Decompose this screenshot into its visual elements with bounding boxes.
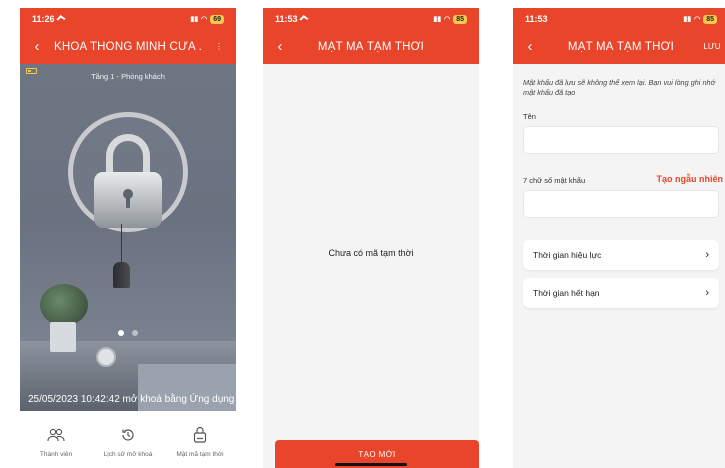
- lamp-decor: [113, 262, 130, 288]
- status-bar: 11:53 ▮▮ ◠ 85: [513, 8, 725, 30]
- signal-icon: ▮▮: [433, 16, 442, 23]
- home-indicator: [335, 463, 407, 466]
- battery-level: 69: [210, 14, 224, 24]
- back-chevron-icon[interactable]: ‹: [263, 30, 297, 64]
- top-nav-bar: ‹ MẬT MÃ TẠM THỜI LƯU: [513, 30, 725, 64]
- wifi-icon: ◠: [201, 16, 208, 23]
- password-label: 7 chữ số mật khẩu: [523, 176, 586, 185]
- location-icon: [298, 15, 309, 23]
- status-bar: 11:53 ▮▮ ◠ 85: [263, 8, 479, 30]
- history-icon: [120, 425, 136, 445]
- more-menu-icon[interactable]: ⋮: [202, 30, 236, 64]
- room-label: Tầng 1 - Phòng khách: [91, 72, 165, 81]
- status-time: 11:26: [32, 14, 55, 24]
- page-title: MẬT MÃ TẠM THỜI: [567, 41, 675, 53]
- expire-time-label: Thời gian hết hạn: [533, 288, 600, 298]
- signal-icon: ▮▮: [190, 16, 199, 23]
- users-icon: [47, 425, 65, 445]
- empty-state-message: Chưa có mã tạm thời: [328, 248, 414, 258]
- status-time: 11:53: [275, 14, 298, 24]
- battery-level: 85: [703, 14, 717, 24]
- bottom-tab-bar: Thành viên Lịch sử mở khoá Mật mã tạm th…: [20, 411, 236, 468]
- lock-home-screen: 11:26 ▮▮ ◠ 69 ‹ KHÓA THÔNG MINH CỬA ... …: [20, 8, 236, 468]
- name-label: Tên: [523, 112, 536, 121]
- name-input[interactable]: [523, 126, 719, 154]
- lock-status-panel: Tầng 1 - Phòng khách 25/05/2023 10:42:42…: [20, 64, 236, 411]
- keyhole-icon: [123, 189, 133, 208]
- location-icon: [55, 15, 66, 23]
- chevron-right-icon: ›: [705, 249, 709, 261]
- carousel-dot-1[interactable]: [118, 330, 124, 336]
- page-title: MẬT MÃ TẠM THỜI: [317, 41, 425, 53]
- carousel-dot-2[interactable]: [132, 330, 138, 336]
- signal-icon: ▮▮: [683, 16, 692, 23]
- carousel-dots: [20, 323, 236, 341]
- status-time: 11:53: [525, 14, 548, 24]
- password-notice: Mật khẩu đã lưu sẽ không thể xem lại. Bạ…: [523, 78, 715, 97]
- top-nav-bar: ‹ KHÓA THÔNG MINH CỬA ... ⋮: [20, 30, 236, 64]
- battery-level: 85: [453, 14, 467, 24]
- back-chevron-icon[interactable]: ‹: [513, 30, 547, 64]
- tab-members[interactable]: Thành viên: [20, 411, 92, 468]
- tab-members-label: Thành viên: [39, 451, 73, 458]
- tab-temp-password-label: Mật mã tạm thời: [176, 451, 224, 458]
- plant-decor: [40, 284, 88, 326]
- save-button[interactable]: LƯU: [695, 30, 725, 64]
- tab-temp-password[interactable]: Mật mã tạm thời: [164, 411, 236, 468]
- valid-time-label: Thời gian hiệu lực: [533, 250, 602, 260]
- wifi-icon: ◠: [444, 16, 451, 23]
- tab-unlock-history[interactable]: Lịch sử mở khoá: [92, 411, 164, 468]
- generate-random-link[interactable]: Tạo ngẫu nhiên: [657, 174, 724, 184]
- tab-unlock-history-label: Lịch sử mở khoá: [103, 451, 153, 458]
- page-title: KHÓA THÔNG MINH CỬA ...: [54, 41, 202, 53]
- top-nav-bar: ‹ MẬT MÃ TẠM THỜI: [263, 30, 479, 64]
- clock-decor: [96, 347, 116, 367]
- back-chevron-icon[interactable]: ‹: [20, 30, 54, 64]
- temp-password-list-screen: 11:53 ▮▮ ◠ 85 ‹ MẬT MÃ TẠM THỜI Chưa có …: [263, 8, 479, 468]
- expire-time-row[interactable]: Thời gian hết hạn ›: [523, 278, 719, 308]
- lamp-cord-decor: [121, 224, 122, 264]
- wifi-icon: ◠: [694, 16, 701, 23]
- temp-password-icon: [192, 425, 208, 445]
- status-bar: 11:26 ▮▮ ◠ 69: [20, 8, 236, 30]
- chevron-right-icon: ›: [705, 287, 709, 299]
- password-input[interactable]: [523, 190, 719, 218]
- last-event-text: 25/05/2023 10:42:42 mở khoá bằng Ứng dụn…: [28, 394, 235, 405]
- lock-icon[interactable]: [94, 172, 162, 228]
- create-temp-password-screen: 11:53 ▮▮ ◠ 85 ‹ MẬT MÃ TẠM THỜI LƯU Mật …: [513, 8, 725, 468]
- valid-time-row[interactable]: Thời gian hiệu lực ›: [523, 240, 719, 270]
